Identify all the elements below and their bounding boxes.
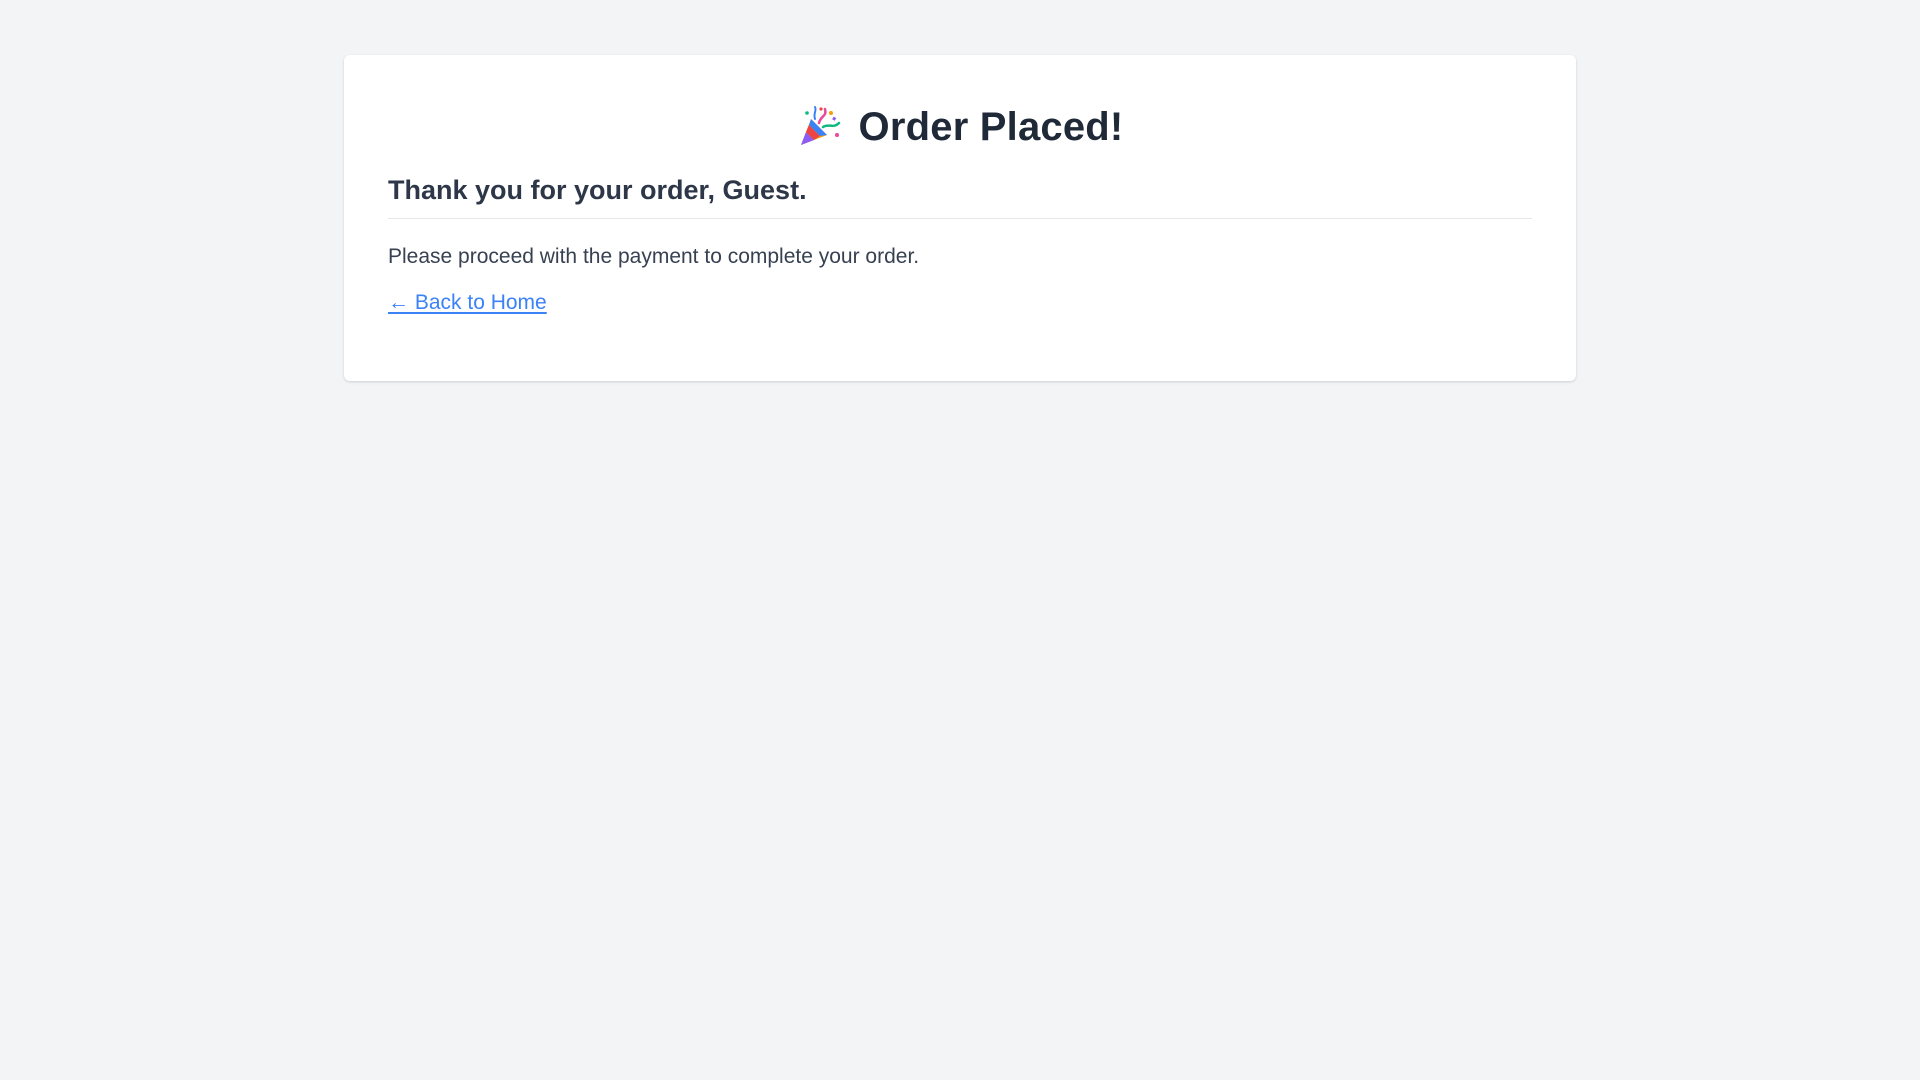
payment-message: Please proceed with the payment to compl… xyxy=(388,245,920,268)
thank-you-heading: Thank you for your order, Guest. xyxy=(388,175,1532,219)
order-confirmation-card: Order Placed! Thank you for your order, … xyxy=(344,55,1576,381)
page-title: Order Placed! xyxy=(858,104,1124,149)
back-to-home-link[interactable]: ← Back to Home xyxy=(388,291,547,315)
party-popper-icon xyxy=(797,105,841,149)
title-row: Order Placed! xyxy=(388,99,1532,155)
